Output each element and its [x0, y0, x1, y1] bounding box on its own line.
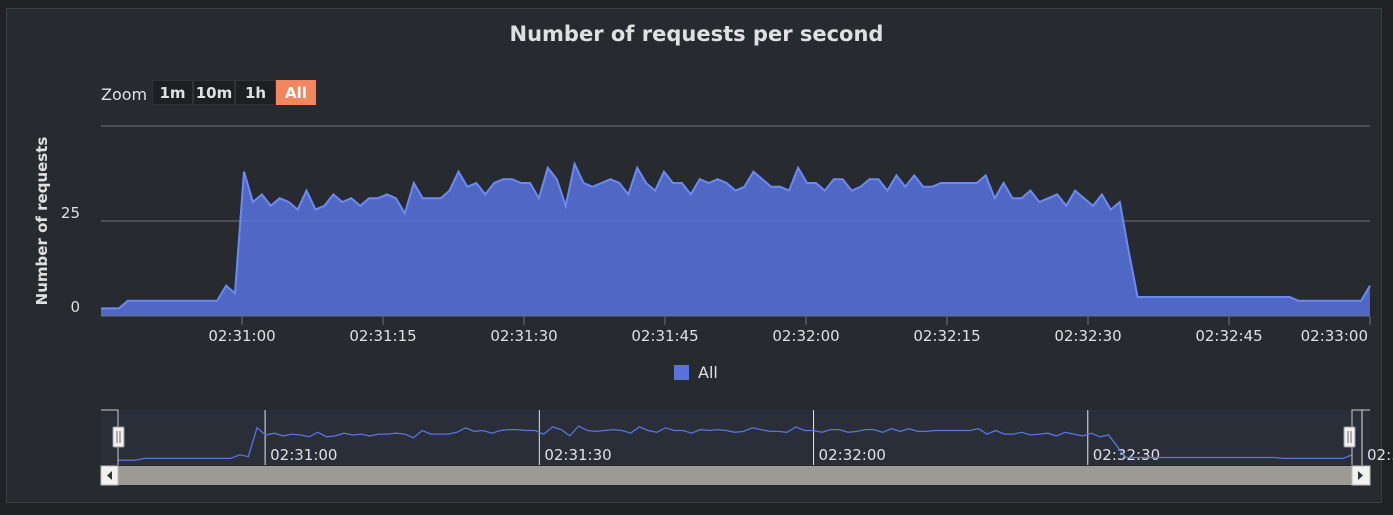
navigator-handle-left[interactable]: [112, 426, 125, 448]
navigator-label: 02:32:30: [1093, 446, 1160, 464]
scrollbar-thumb[interactable]: [118, 466, 1352, 485]
legend-item-all[interactable]: All: [674, 363, 718, 382]
x-tick-label: 02:32:45: [1195, 327, 1262, 345]
x-tick-label: 02:31:45: [631, 327, 698, 345]
series-area-fill: [101, 164, 1370, 316]
chart-svg: 0 25 Number of requests 02:31:00 02:31:15…: [33, 125, 1393, 486]
x-tick-label: 02:32:15: [913, 327, 980, 345]
navigator-label: 02:…: [1367, 446, 1393, 464]
x-tick-label: 02:32:00: [772, 327, 839, 345]
x-tick-label: 02:31:30: [490, 327, 557, 345]
x-tick-label: 02:32:30: [1054, 327, 1121, 345]
y-tick-25: 25: [61, 204, 80, 222]
y-tick-0: 0: [70, 298, 80, 316]
x-tick-label: 02:31:00: [208, 327, 275, 345]
scrollbar-right-arrow[interactable]: [1351, 465, 1371, 486]
scrollbar-left-arrow[interactable]: [100, 465, 119, 486]
y-axis-label: Number of requests: [33, 137, 51, 306]
x-tick-label: 02:31:15: [349, 327, 416, 345]
navigator-label: 02:31:00: [270, 446, 337, 464]
navigator-handle-right[interactable]: [1343, 426, 1356, 448]
legend-swatch: [674, 365, 689, 380]
navigator-label: 02:31:30: [544, 446, 611, 464]
x-tick-label: 02:33:00: [1301, 327, 1368, 345]
navigator-label: 02:32:00: [819, 446, 886, 464]
legend-label: All: [698, 363, 718, 382]
